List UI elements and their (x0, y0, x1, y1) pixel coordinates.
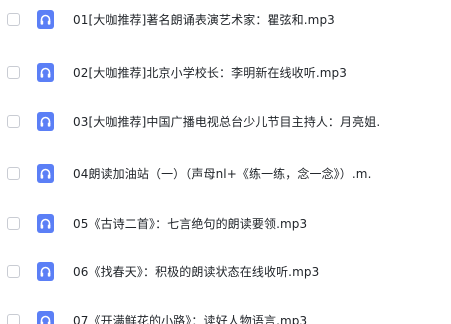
audio-file-icon (37, 213, 54, 233)
audio-file-icon (37, 111, 54, 131)
audio-file-icon (37, 310, 54, 324)
row-checkbox[interactable] (7, 166, 20, 180)
file-name[interactable]: 06《找春天》：积极的朗读状态在线收听.mp3 (73, 263, 451, 280)
row-checkbox[interactable] (7, 313, 20, 324)
list-item[interactable]: 07《开满鲜花的小路》：读好人物语言.mp3 (0, 306, 451, 324)
list-item[interactable]: 01[大咖推荐]著名朗诵表演艺术家：瞿弦和.mp3 (0, 5, 451, 33)
row-checkbox[interactable] (7, 264, 20, 278)
file-name[interactable]: 01[大咖推荐]著名朗诵表演艺术家：瞿弦和.mp3 (73, 11, 451, 28)
file-list: 01[大咖推荐]著名朗诵表演艺术家：瞿弦和.mp3 02[大咖推荐]北京小学校长… (0, 0, 451, 324)
file-name[interactable]: 02[大咖推荐]北京小学校长：李明新在线收听.mp3 (73, 64, 451, 81)
file-name[interactable]: 04朗读加油站（一）（声母nl+《练一练，念一念》）.m. (73, 165, 451, 182)
row-checkbox[interactable] (7, 114, 20, 128)
row-checkbox[interactable] (7, 65, 20, 79)
list-item[interactable]: 03[大咖推荐]中国广播电视总台少儿节目主持人：月亮姐. (0, 107, 451, 135)
list-item[interactable]: 06《找春天》：积极的朗读状态在线收听.mp3 (0, 257, 451, 285)
file-name[interactable]: 07《开满鲜花的小路》：读好人物语言.mp3 (73, 312, 451, 324)
audio-file-icon (37, 9, 54, 29)
audio-file-icon (37, 62, 54, 82)
file-name[interactable]: 05《古诗二首》：七言绝句的朗读要领.mp3 (73, 215, 451, 232)
list-item[interactable]: 04朗读加油站（一）（声母nl+《练一练，念一念》）.m. (0, 159, 451, 187)
list-item[interactable]: 05《古诗二首》：七言绝句的朗读要领.mp3 (0, 209, 451, 237)
row-checkbox[interactable] (7, 216, 20, 230)
audio-file-icon (37, 163, 54, 183)
row-checkbox[interactable] (7, 12, 20, 26)
list-item[interactable]: 02[大咖推荐]北京小学校长：李明新在线收听.mp3 (0, 58, 451, 86)
file-name[interactable]: 03[大咖推荐]中国广播电视总台少儿节目主持人：月亮姐. (73, 113, 451, 130)
audio-file-icon (37, 261, 54, 281)
